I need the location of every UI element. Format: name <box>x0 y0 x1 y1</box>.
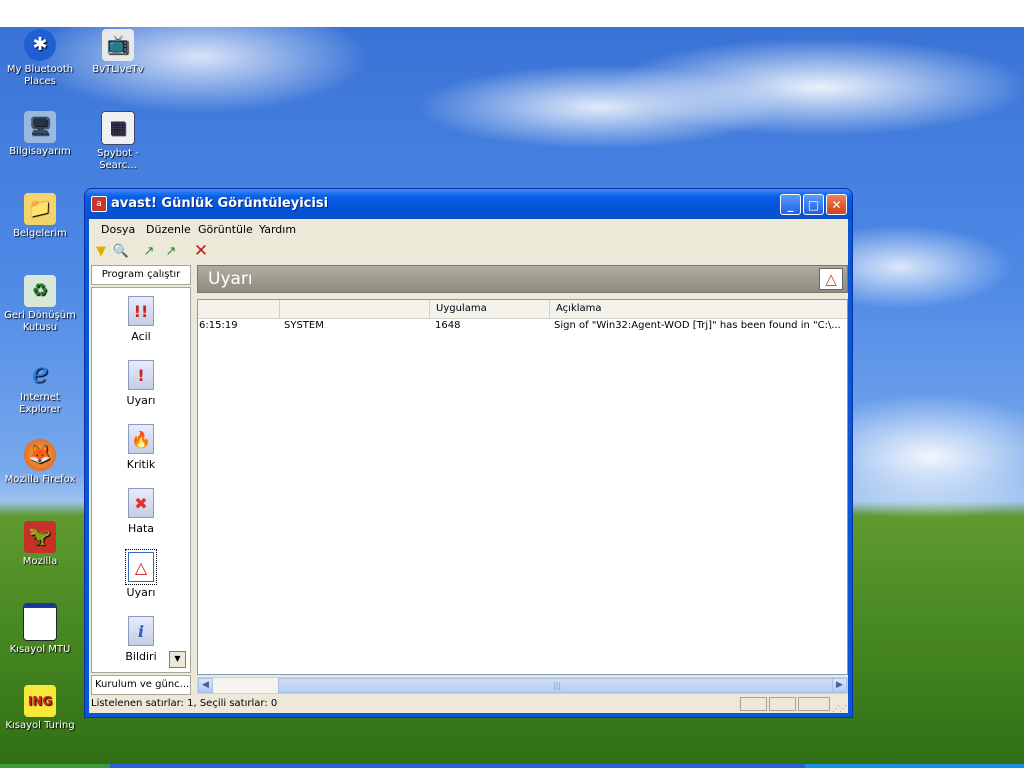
titlebar[interactable]: a avast! Günlük Görüntüleyicisi _ □ ✕ <box>85 189 852 219</box>
ie-icon: e <box>31 356 49 389</box>
desktop-icon-firefox[interactable]: 🦊 Mozilla Firefox <box>1 439 79 486</box>
export-all-icon: ↗ <box>165 243 177 259</box>
resize-grip-icon[interactable]: ⋰⋰ <box>832 700 847 718</box>
chevron-right-icon: ▶ <box>836 680 843 690</box>
grip-icon: ||| <box>552 681 562 690</box>
error-x-icon: ✖ <box>128 488 154 518</box>
desktop-icon-bvtlivetv[interactable]: 📺 BvTLiveTv <box>79 29 157 76</box>
pane-scroll-down-button[interactable]: ▼ <box>169 651 186 668</box>
emergency-icon: !! <box>128 296 154 326</box>
exclamation-icon: ! <box>128 360 154 390</box>
category-list: !! Acil ! Uyarı 🔥 Kritik ✖ Hata △ Uyarı … <box>91 287 191 673</box>
export-all-button[interactable]: ↗ <box>162 242 180 260</box>
column-header-time[interactable] <box>198 300 280 318</box>
minimize-button[interactable]: _ <box>780 194 801 215</box>
menubar: Dosya Düzenle Görüntüle Yardım <box>89 219 848 239</box>
status-panel-1 <box>740 697 767 711</box>
mozilla-icon: 🦖 <box>24 521 56 553</box>
cell-user: SYSTEM <box>284 320 324 331</box>
category-banner: Uyarı △ <box>197 265 848 293</box>
chevron-down-icon: ▼ <box>174 654 181 663</box>
chevron-left-icon: ◀ <box>202 680 209 690</box>
desktop-icon-documents[interactable]: 📁 Belgelerim <box>1 193 79 240</box>
status-panel-3 <box>798 697 830 711</box>
category-acil[interactable]: !! Acil <box>92 296 190 343</box>
maximize-icon: □ <box>807 197 820 212</box>
avast-log-viewer-window: a avast! Günlük Görüntüleyicisi _ □ ✕ Do… <box>85 189 852 717</box>
scroll-right-button[interactable]: ▶ <box>832 678 847 693</box>
column-header-app[interactable]: Uygulama <box>430 300 550 318</box>
scroll-left-button[interactable]: ◀ <box>198 678 213 693</box>
table-row[interactable]: 6:15:19 SYSTEM 1648 Sign of "Win32:Agent… <box>198 320 847 334</box>
avast-icon: a <box>91 196 107 212</box>
firefox-icon: 🦊 <box>24 439 56 471</box>
cell-app: 1648 <box>435 320 461 331</box>
cell-desc: Sign of "Win32:Agent-WOD [Trj]" has been… <box>554 320 841 331</box>
filter-icon: ▼ <box>96 243 106 259</box>
window-shortcut-icon <box>23 603 57 641</box>
list-header: Uygulama Açıklama <box>198 300 847 319</box>
column-header-desc[interactable]: Açıklama <box>550 300 847 318</box>
log-list[interactable]: Uygulama Açıklama 6:15:19 SYSTEM 1648 Si… <box>197 299 848 675</box>
category-hata[interactable]: ✖ Hata <box>92 488 190 535</box>
folder-icon: 📁 <box>24 193 56 225</box>
search-icon: 🔍 <box>112 243 130 259</box>
fire-icon: 🔥 <box>128 424 154 454</box>
cell-time: 6:15:19 <box>199 320 238 331</box>
search-button[interactable]: 🔍 <box>112 242 130 260</box>
banner-title: Uyarı <box>208 269 253 289</box>
delete-button[interactable]: ✕ <box>192 241 210 261</box>
pane-footer-setup-update[interactable]: Kurulum ve günc... <box>91 675 191 695</box>
status-panel-2 <box>769 697 796 711</box>
category-uyari-2[interactable]: △ Uyarı <box>92 549 190 599</box>
menu-duzenle[interactable]: Düzenle <box>146 223 191 236</box>
category-pane: Program çalıştır !! Acil ! Uyarı 🔥 Kriti… <box>91 265 191 711</box>
desktop-icon-spybot[interactable]: ▦ Spybot - Searc... <box>79 111 157 172</box>
desktop-icon-bluetooth[interactable]: ✱ My Bluetooth Places <box>1 29 79 88</box>
desktop-icon-mtu[interactable]: Kısayol MTU <box>1 603 79 656</box>
desktop-icon-mozilla[interactable]: 🦖 Mozilla <box>1 521 79 568</box>
tv-icon: 📺 <box>102 29 134 61</box>
category-uyari-1[interactable]: ! Uyarı <box>92 360 190 407</box>
desktop-icon-recycle-bin[interactable]: ♻ Geri Dönüşüm Kutusu <box>1 275 79 334</box>
minimize-icon: _ <box>787 197 794 212</box>
category-kritik[interactable]: 🔥 Kritik <box>92 424 190 471</box>
ing-icon: ING <box>24 685 56 717</box>
pane-header-run-program[interactable]: Program çalıştır <box>91 265 191 285</box>
menu-goruntule[interactable]: Görüntüle <box>198 223 253 236</box>
close-icon: ✕ <box>831 197 842 212</box>
statusbar: Listelenen satırlar: 1, Seçili satırlar:… <box>89 695 848 713</box>
status-text: Listelenen satırlar: 1, Seçili satırlar:… <box>91 698 278 709</box>
horizontal-scrollbar[interactable]: ◀ ||| ▶ <box>197 677 848 694</box>
desktop-icon-turing[interactable]: ING Kısayol Turing <box>1 685 79 732</box>
recycle-bin-icon: ♻ <box>24 275 56 307</box>
window-title: avast! Günlük Görüntüleyicisi <box>111 196 329 211</box>
bluetooth-icon: ✱ <box>24 29 56 61</box>
menu-yardim[interactable]: Yardım <box>259 223 296 236</box>
scroll-thumb[interactable]: ||| <box>278 678 836 693</box>
export-button[interactable]: ↗ <box>140 242 158 260</box>
warning-triangle-icon: △ <box>819 268 843 290</box>
computer-icon: 🖥 <box>24 111 56 143</box>
info-icon: i <box>128 616 154 646</box>
export-icon: ↗ <box>143 243 155 259</box>
menu-dosya[interactable]: Dosya <box>101 223 135 236</box>
spybot-icon: ▦ <box>101 111 135 145</box>
desktop-icon-computer[interactable]: 🖥 Bilgisayarım <box>1 111 79 158</box>
toolbar: ▼ 🔍 ↗ ↗ ✕ <box>89 240 848 262</box>
filter-button[interactable]: ▼ <box>92 242 110 260</box>
column-header-user[interactable] <box>280 300 430 318</box>
maximize-button[interactable]: □ <box>803 194 824 215</box>
warning-triangle-icon: △ <box>125 549 157 585</box>
delete-x-icon: ✕ <box>193 241 209 261</box>
window-client: Dosya Düzenle Görüntüle Yardım ▼ 🔍 ↗ ↗ ✕… <box>89 219 848 713</box>
desktop-icon-ie[interactable]: e Internet Explorer <box>1 357 79 416</box>
taskbar <box>0 764 1024 768</box>
close-button[interactable]: ✕ <box>826 194 847 215</box>
